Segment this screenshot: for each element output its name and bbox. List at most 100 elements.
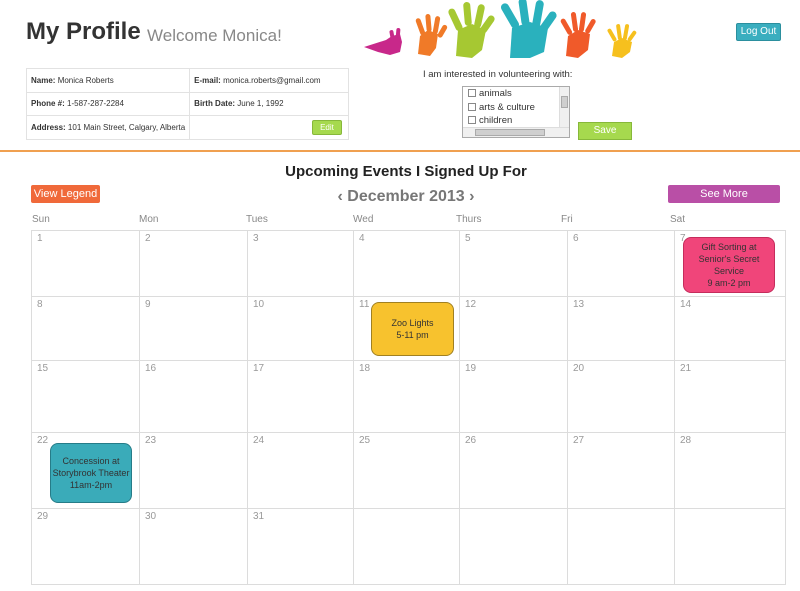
calendar-day[interactable]: 12 bbox=[459, 296, 568, 361]
month-label: December 2013 bbox=[347, 188, 465, 205]
day-number: 17 bbox=[253, 363, 265, 374]
day-number: 8 bbox=[37, 299, 43, 310]
calendar-day[interactable]: 28 bbox=[674, 432, 786, 509]
day-number: 27 bbox=[573, 435, 585, 446]
calendar-day[interactable]: 30 bbox=[139, 508, 248, 585]
welcome-text: Welcome Monica! bbox=[147, 26, 282, 45]
see-more-opportunities-button[interactable]: See More Opportunities bbox=[668, 185, 780, 218]
view-legend-button[interactable]: View Legend bbox=[31, 185, 100, 203]
profile-info-table: Name: Monica Roberts E-mail: monica.robe… bbox=[25, 68, 349, 140]
day-number: 2 bbox=[145, 233, 151, 244]
calendar-day[interactable]: 3 bbox=[247, 230, 354, 297]
checkbox[interactable] bbox=[468, 89, 476, 97]
prev-month-icon[interactable]: ‹ bbox=[338, 188, 343, 205]
interest-option[interactable]: arts & culture bbox=[463, 101, 569, 115]
calendar-day[interactable]: 27 bbox=[567, 432, 675, 509]
calendar-day[interactable]: 1 bbox=[31, 230, 140, 297]
day-number: 13 bbox=[573, 299, 585, 310]
day-number: 31 bbox=[253, 511, 265, 522]
calendar-event[interactable]: Gift Sorting at Senior's Secret Service … bbox=[683, 237, 775, 293]
next-month-icon[interactable]: › bbox=[469, 188, 474, 205]
calendar-day[interactable]: 22 Concession at Storybrook Theater 11am… bbox=[31, 432, 140, 509]
calendar-day[interactable]: 16 bbox=[139, 360, 248, 433]
calendar-day[interactable]: 5 bbox=[459, 230, 568, 297]
calendar-day[interactable]: 24 bbox=[247, 432, 354, 509]
calendar-day[interactable]: 4 bbox=[353, 230, 460, 297]
edit-cell: Edit bbox=[189, 115, 349, 140]
day-of-week-label: Sat bbox=[670, 214, 686, 225]
day-number: 4 bbox=[359, 233, 365, 244]
calendar-day[interactable]: 11 Zoo Lights 5-11 pm bbox=[353, 296, 460, 361]
calendar-day[interactable]: 7 Gift Sorting at Senior's Secret Servic… bbox=[674, 230, 786, 297]
calendar-day[interactable]: 8 bbox=[31, 296, 140, 361]
calendar-day[interactable]: 20 bbox=[567, 360, 675, 433]
calendar-day[interactable]: 21 bbox=[674, 360, 786, 433]
calendar-day[interactable]: 19 bbox=[459, 360, 568, 433]
horizontal-scrollbar[interactable] bbox=[463, 127, 569, 137]
birth-date-cell: Birth Date: June 1, 1992 bbox=[189, 91, 349, 116]
day-number: 20 bbox=[573, 363, 585, 374]
day-number: 24 bbox=[253, 435, 265, 446]
calendar-event[interactable]: Zoo Lights 5-11 pm bbox=[371, 302, 454, 356]
email-label: E-mail: bbox=[194, 75, 221, 85]
interest-option-label: arts & culture bbox=[479, 101, 535, 113]
calendar-day[interactable]: 17 bbox=[247, 360, 354, 433]
checkbox[interactable] bbox=[468, 116, 476, 124]
day-number: 23 bbox=[145, 435, 157, 446]
calendar-day[interactable]: 29 bbox=[31, 508, 140, 585]
calendar-day[interactable]: 15 bbox=[31, 360, 140, 433]
name-cell: Name: Monica Roberts bbox=[25, 68, 191, 93]
day-number: 26 bbox=[465, 435, 477, 446]
phone-value: 1-587-287-2284 bbox=[67, 99, 124, 109]
calendar-day[interactable]: 31 bbox=[247, 508, 354, 585]
calendar-event[interactable]: Concession at Storybrook Theater 11am-2p… bbox=[50, 443, 132, 503]
birth-date-label: Birth Date: bbox=[194, 99, 236, 109]
calendar-day[interactable]: 6 bbox=[567, 230, 675, 297]
day-number: 11 bbox=[359, 299, 370, 310]
phone-cell: Phone #: 1-587-287-2284 bbox=[25, 91, 191, 116]
logout-button[interactable]: Log Out bbox=[736, 23, 781, 41]
day-number: 25 bbox=[359, 435, 371, 446]
calendar-day[interactable]: 26 bbox=[459, 432, 568, 509]
day-of-week-label: Fri bbox=[561, 214, 573, 225]
checkbox[interactable] bbox=[468, 102, 476, 111]
day-number: 9 bbox=[145, 299, 151, 310]
calendar-day[interactable]: 2 bbox=[139, 230, 248, 297]
day-number: 15 bbox=[37, 363, 49, 374]
save-button[interactable]: Save bbox=[578, 122, 632, 140]
birth-date-value: June 1, 1992 bbox=[237, 99, 284, 109]
day-number: 16 bbox=[145, 363, 157, 374]
events-section-title: Upcoming Events I Signed Up For bbox=[285, 163, 527, 180]
vertical-scrollbar[interactable] bbox=[559, 87, 569, 127]
scrollbar-thumb[interactable] bbox=[561, 96, 568, 108]
calendar-day[interactable]: 23 bbox=[139, 432, 248, 509]
day-number: 1 bbox=[37, 233, 43, 244]
edit-button[interactable]: Edit bbox=[312, 119, 342, 135]
hands-logo-icon bbox=[364, 0, 637, 58]
day-number: 6 bbox=[573, 233, 579, 244]
calendar-day[interactable]: 13 bbox=[567, 296, 675, 361]
page-title: My Profile bbox=[26, 18, 141, 45]
name-label: Name: bbox=[31, 75, 56, 85]
calendar-day bbox=[459, 508, 568, 585]
interest-option[interactable]: animals bbox=[463, 87, 569, 101]
calendar-day[interactable]: 14 bbox=[674, 296, 786, 361]
address-cell: Address: 101 Main Street, Calgary, Alber… bbox=[25, 115, 191, 140]
interests-listbox[interactable]: animals arts & culture children bbox=[462, 86, 570, 138]
day-of-week-label: Sun bbox=[32, 214, 50, 225]
day-number: 28 bbox=[680, 435, 692, 446]
calendar-day[interactable]: 25 bbox=[353, 432, 460, 509]
interest-option[interactable]: children bbox=[463, 114, 569, 128]
phone-label: Phone #: bbox=[31, 99, 65, 109]
day-of-week-label: Thurs bbox=[456, 214, 482, 225]
calendar-day bbox=[353, 508, 460, 585]
scrollbar-thumb[interactable] bbox=[475, 129, 545, 136]
day-number: 14 bbox=[680, 299, 692, 310]
calendar-day[interactable]: 10 bbox=[247, 296, 354, 361]
interest-option-label: animals bbox=[479, 88, 512, 99]
calendar-day[interactable]: 9 bbox=[139, 296, 248, 361]
day-number: 22 bbox=[37, 435, 49, 446]
calendar-day[interactable]: 18 bbox=[353, 360, 460, 433]
day-number: 29 bbox=[37, 511, 49, 522]
day-number: 19 bbox=[465, 363, 477, 374]
